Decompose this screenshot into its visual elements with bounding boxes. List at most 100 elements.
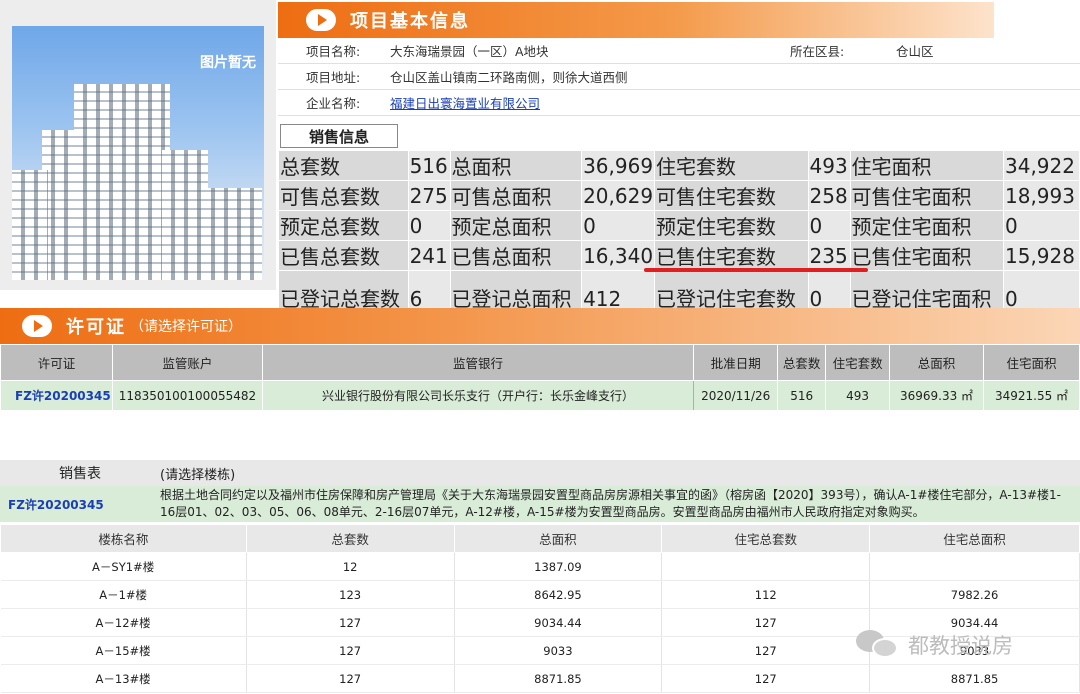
sales-info-value: 235 [807, 240, 851, 271]
project-info: 项目名称: 大东海瑞景园（一区）A地块 所在区县: 仓山区 项目地址: 仓山区盖… [278, 38, 1080, 116]
sales-info-label: 已售住宅面积 [849, 240, 1005, 271]
company-link[interactable]: 福建日出寰海置业有限公司 [390, 93, 540, 112]
district-value: 仓山区 [896, 44, 934, 59]
info-row-address: 项目地址: 仓山区盖山镇南二环路南侧，则徐大道西侧 [278, 64, 1080, 90]
sales-info-value: 516 [407, 150, 451, 181]
building-row[interactable]: A－1#楼 123 8642.95 112 7982.26 [0, 580, 1080, 609]
building-graphic [202, 188, 262, 280]
play-arrow-icon [22, 315, 52, 337]
building-cell: 127 [661, 608, 871, 637]
building-row[interactable]: A－SY1#楼 12 1387.09 [0, 552, 1080, 581]
notice-text: 根据土地合同约定以及福州市住房保障和房产管理局《关于大东海瑞景园安置型商品房房源… [160, 488, 1061, 519]
sales-info-value: 15,928 [1003, 240, 1080, 271]
district-label: 所在区县: [790, 44, 845, 59]
sales-info-value: 258 [807, 180, 851, 211]
project-info-header: 项目基本信息 [278, 2, 994, 38]
permit-column-header: 监管账户 [111, 344, 263, 381]
building-cell: 127 [246, 636, 455, 665]
sales-info-row: 已售总套数 241 已售总面积 16,340 已售住宅套数 235 已售住宅面积 15,928 [278, 240, 1080, 271]
sales-info-label: 总面积 [449, 150, 583, 181]
notice-permit-number[interactable]: FZ许20200345 [0, 496, 160, 513]
building-table-header: 楼栋名称 总套数 总面积 住宅总套数 住宅总面积 [0, 524, 1080, 553]
permit-column-header: 批准日期 [693, 344, 779, 381]
sales-info-row: 可售总套数 275 可售总面积 20,629 可售住宅套数 258 可售住宅面积 18,993 [278, 180, 1080, 211]
building-cell: 12 [246, 552, 455, 581]
permit-number[interactable]: FZ许20200345 [0, 380, 113, 411]
building-graphic [74, 84, 170, 280]
sales-table-subtitle: (请选择楼栋) [160, 467, 236, 483]
watermark: 都教授说房 [856, 628, 1013, 662]
project-name-value: 大东海瑞景园（一区）A地块 [390, 44, 549, 59]
building-cell: 9033 [454, 636, 663, 665]
building-cell: 127 [661, 636, 871, 665]
play-arrow-icon [306, 9, 336, 31]
sales-info-value: 0 [1003, 210, 1080, 241]
building-name[interactable]: A－1#楼 [0, 580, 247, 609]
sales-info-value: 493 [807, 150, 851, 181]
building-column-header: 总面积 [453, 524, 663, 553]
permit-header: 许可证 （请选择许可证） [0, 308, 1080, 344]
sales-table-bar: 销售表 (请选择楼栋) [0, 460, 1080, 486]
project-address-value: 仓山区盖山镇南二环路南侧，则徐大道西侧 [390, 70, 628, 85]
project-name-label: 项目名称: [306, 44, 361, 59]
sales-info-value: 275 [407, 180, 451, 211]
sales-info-value: 20,629 [581, 180, 656, 211]
sales-info-label: 住宅面积 [849, 150, 1005, 181]
permit-bank: 兴业银行股份有限公司长乐支行（开户行：长乐金峰支行） [261, 380, 695, 411]
sales-info-value: 0 [407, 210, 451, 241]
permit-column-header: 总套数 [777, 344, 827, 381]
photo-caption: 图片暂无 [200, 55, 256, 71]
permit-res-area: 34921.55 ㎡ [983, 380, 1080, 411]
sales-info-value: 18,993 [1003, 180, 1080, 211]
building-cell: 127 [661, 664, 871, 693]
sales-info-row: 总套数 516 总面积 36,969 住宅套数 493 住宅面积 34,922 [278, 150, 1080, 181]
permit-date: 2020/11/26 [693, 380, 779, 411]
company-label: 企业名称: [306, 96, 361, 111]
building-name[interactable]: A－SY1#楼 [0, 552, 247, 581]
permit-column-header: 总面积 [889, 344, 984, 381]
sales-info-tab[interactable]: 销售信息 [280, 124, 398, 148]
building-graphic [12, 170, 48, 280]
building-row[interactable]: A－13#楼 127 8871.85 127 8871.85 [0, 664, 1080, 693]
sales-info-label: 已售总面积 [449, 240, 583, 271]
permit-column-header: 监管银行 [261, 344, 695, 381]
project-info-title: 项目基本信息 [350, 11, 470, 32]
building-cell: 123 [246, 580, 455, 609]
permit-total-area: 36969.33 ㎡ [889, 380, 984, 411]
building-cell: 9034.44 [454, 608, 663, 637]
notice-row: FZ许20200345 根据土地合同约定以及福州市住房保障和房产管理局《关于大东… [0, 486, 1080, 522]
permit-column-header: 许可证 [0, 344, 113, 381]
sales-info-label: 预定住宅面积 [849, 210, 1005, 241]
building-name[interactable]: A－12#楼 [0, 608, 247, 637]
sales-info-label: 预定住宅套数 [654, 210, 809, 241]
permit-row[interactable]: FZ许20200345 118350100100055482 兴业银行股份有限公… [0, 380, 1080, 411]
building-cell [661, 552, 871, 581]
sales-info-label: 可售总套数 [278, 180, 409, 211]
project-photo-panel: 图片暂无 [0, 0, 276, 290]
watermark-text: 都教授说房 [908, 634, 1013, 658]
building-column-header: 住宅总面积 [869, 524, 1080, 553]
sales-info-label: 住宅套数 [654, 150, 809, 181]
permit-header-row: 许可证 监管账户 监管银行 批准日期 总套数 住宅套数 总面积 住宅面积 [0, 344, 1080, 381]
building-cell: 112 [661, 580, 871, 609]
building-cell: 8871.85 [869, 664, 1080, 693]
permit-account: 118350100100055482 [111, 380, 263, 411]
building-column-header: 楼栋名称 [0, 524, 247, 553]
permit-column-header: 住宅套数 [825, 344, 891, 381]
permit-title: 许可证 [66, 317, 126, 338]
building-name[interactable]: A－15#楼 [0, 636, 247, 665]
sales-info-value: 0 [581, 210, 656, 241]
building-cell: 127 [246, 608, 455, 637]
sales-info-value: 16,340 [581, 240, 656, 271]
sales-info-value: 241 [407, 240, 451, 271]
permit-table: 许可证 监管账户 监管银行 批准日期 总套数 住宅套数 总面积 住宅面积 FZ许2020034… [0, 344, 1080, 411]
sales-info-label: 可售住宅面积 [849, 180, 1005, 211]
permit-column-header: 住宅面积 [983, 344, 1080, 381]
building-cell: 7982.26 [869, 580, 1080, 609]
permit-subtitle: （请选择许可证） [130, 319, 242, 335]
building-name[interactable]: A－13#楼 [0, 664, 247, 693]
sales-info-label: 已售住宅套数 [654, 240, 809, 271]
building-table: 楼栋名称 总套数 总面积 住宅总套数 住宅总面积 A－SY1#楼 12 1387.09 A－1… [0, 524, 1080, 693]
info-row-name: 项目名称: 大东海瑞景园（一区）A地块 所在区县: 仓山区 [278, 38, 1080, 64]
permit-res-units: 493 [825, 380, 891, 411]
